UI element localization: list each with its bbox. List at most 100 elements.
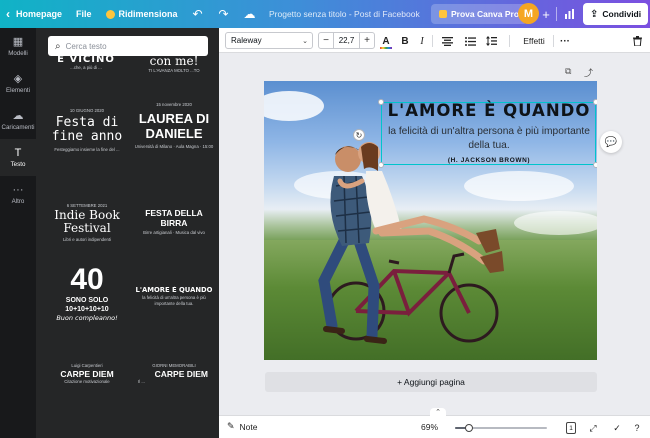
notes-label: Note: [239, 421, 258, 432]
resize-handle[interactable]: [593, 162, 597, 168]
template-caption: Buon compleanno!: [56, 314, 118, 322]
more-dots-icon: ···: [560, 35, 570, 47]
chevron-left-icon: ‹: [6, 7, 10, 21]
template-caption: Libri e autori indipendenti: [62, 237, 111, 242]
rotate-handle[interactable]: ↻: [353, 129, 365, 141]
share-button[interactable]: ⇪ Condividi: [583, 3, 649, 25]
rail-item-altro[interactable]: ··· Altro: [0, 176, 36, 213]
font-size-input[interactable]: 22,7: [333, 33, 360, 48]
color-swatch-bar: [380, 47, 392, 49]
text-template-carpe-diem-2[interactable]: GIORNI MEMORABILI CARPE DIEM Il ...: [134, 363, 214, 397]
search-box: ⌕: [48, 36, 208, 56]
delete-button[interactable]: [630, 33, 644, 49]
file-menu[interactable]: File: [69, 0, 99, 28]
template-caption: ...che, a più di ...: [70, 65, 102, 70]
template-caption: Birre artigianali · Musica dal vivo: [143, 230, 205, 235]
text-template-laurea-daniele[interactable]: 15 novembre 2020 LAUREA DI DANIELE Unive…: [134, 102, 214, 178]
notes-button[interactable]: ✎ Note: [227, 421, 258, 432]
toolbar-divider: [432, 35, 433, 47]
effects-button[interactable]: Effetti: [519, 33, 549, 49]
rail-item-elementi[interactable]: ◈ Elementi: [0, 65, 36, 102]
homepage-label: Homepage: [16, 9, 63, 19]
text-template-festa-fine-anno[interactable]: 10 GIUGNO 2020 Festa di fine anno Festeg…: [48, 108, 126, 178]
italic-icon: I: [420, 35, 424, 47]
redo-icon: ↷: [218, 7, 229, 21]
add-page-icon: ⤴: [584, 68, 594, 78]
toolbar-divider: [553, 35, 554, 47]
bottom-bar: ⌃ ✎ Note 69% 1 ⤢ ✓ ?: [219, 408, 650, 438]
template-date: 15 novembre 2020: [156, 102, 192, 107]
design-body-text[interactable]: la felicità di un'altra persona è più im…: [388, 125, 590, 153]
crown-icon: [439, 10, 447, 18]
template-caption: Il ...: [138, 379, 145, 384]
search-input[interactable]: [65, 41, 196, 51]
font-family-select[interactable]: Raleway ⌄: [225, 32, 313, 49]
align-button[interactable]: [440, 33, 454, 49]
font-size-decrease-button[interactable]: −: [319, 35, 333, 46]
file-label: File: [76, 9, 92, 19]
text-template-40-compleanno[interactable]: 40 SONO SOLO 10+10+10+10 Buon compleanno…: [48, 264, 126, 334]
show-pages-toggle[interactable]: ⌃: [430, 408, 446, 416]
more-dots-icon: ···: [12, 183, 24, 196]
add-page-top-button[interactable]: ⤴: [584, 66, 593, 79]
text-template-festa-della-birra[interactable]: FESTA DELLA BIRRA Birre artigianali · Mu…: [134, 208, 214, 238]
zoom-level[interactable]: 69%: [421, 422, 438, 432]
zoom-slider[interactable]: [455, 424, 547, 432]
line-spacing-button[interactable]: [484, 33, 498, 49]
bar-chart-icon: [564, 9, 574, 19]
bold-button[interactable]: B: [399, 33, 411, 49]
trash-icon: [632, 36, 642, 46]
text-template-amore-quando[interactable]: L'AMORE È QUANDO la felicità di un'altra…: [134, 286, 214, 314]
design-page[interactable]: L'AMORE È QUANDO la felicità di un'altra…: [264, 81, 597, 360]
help-button[interactable]: ?: [630, 421, 644, 435]
design-author-text[interactable]: (H. JACKSON BROWN): [388, 157, 590, 164]
italic-button[interactable]: I: [416, 33, 428, 49]
text-template-indie-book-festival[interactable]: 6 SETTEMBRE 2021 Indie Book Festival Lib…: [48, 203, 126, 243]
rail-item-caricamenti[interactable]: ☁ Caricamenti: [0, 102, 36, 139]
font-size-increase-button[interactable]: +: [360, 35, 374, 46]
duplicate-icon: ⧉: [565, 66, 572, 76]
list-button[interactable]: [463, 33, 477, 49]
text-template-con-me[interactable]: con me! TI L'AVANZA MOLTO ...TO: [136, 54, 212, 78]
template-heading: CARPE DIEM: [154, 369, 208, 379]
share-upload-icon: ⇪: [590, 8, 599, 20]
document-title[interactable]: Progetto senza titolo - Post di Facebook: [262, 0, 432, 28]
rail-item-testo[interactable]: T Testo: [0, 139, 36, 176]
page-count-button[interactable]: 1: [566, 422, 576, 434]
add-member-button[interactable]: +: [539, 4, 553, 24]
insights-button[interactable]: [560, 4, 578, 24]
text-toolbar: Raleway ⌄ − 22,7 + A B I Effetti ···: [219, 28, 650, 53]
design-heading-text[interactable]: L'AMORE È QUANDO: [382, 101, 596, 120]
chevron-up-icon: ⌃: [435, 409, 441, 416]
font-family-value: Raleway: [231, 36, 262, 45]
checkmark-button[interactable]: ✓: [610, 421, 624, 435]
homepage-button[interactable]: ‹ Homepage: [0, 0, 69, 28]
try-pro-button[interactable]: Prova Canva Pro: [431, 4, 528, 24]
cloud-save-button[interactable]: ☁: [237, 0, 263, 28]
text-template-carpe-diem-1[interactable]: Luigi Carpentieri CARPE DIEM Citazione m…: [48, 363, 126, 393]
avatar[interactable]: M: [518, 3, 539, 24]
undo-button[interactable]: ↶: [185, 0, 211, 28]
template-caption: Citazione motivazionale: [64, 379, 110, 384]
template-heading: FESTA DELLA BIRRA: [145, 208, 203, 228]
text-color-button[interactable]: A: [379, 33, 393, 49]
add-comment-button[interactable]: 💬: [600, 131, 622, 153]
resize-handle[interactable]: [378, 162, 384, 168]
rail-item-label: Caricamenti: [1, 123, 35, 131]
rail-item-modelli[interactable]: ▦ Modelli: [0, 28, 36, 65]
canvas-area: ⧉ ⤴ L'AMORE È QUANDO la felicità di un'a…: [219, 53, 650, 410]
crown-icon: [105, 9, 115, 19]
duplicate-page-button[interactable]: ⧉: [565, 66, 571, 77]
zoom-slider-knob[interactable]: [464, 424, 473, 432]
more-options-button[interactable]: ···: [558, 33, 572, 49]
expand-icon: ⤢: [589, 422, 597, 433]
rotate-icon: ↻: [355, 130, 363, 140]
text-template-e-vicino[interactable]: E VICINO ...che, a più di ...: [50, 54, 122, 76]
redo-button[interactable]: ↷: [211, 0, 237, 28]
resize-button[interactable]: Ridimensiona: [99, 0, 185, 28]
try-pro-label: Prova Canva Pro: [451, 9, 520, 19]
fullscreen-button[interactable]: ⤢: [586, 421, 600, 435]
template-caption: TI L'AVANZA MOLTO ...TO: [148, 68, 200, 73]
template-heading: L'AMORE È QUANDO: [135, 286, 213, 294]
add-page-button[interactable]: + Aggiungi pagina: [265, 372, 597, 392]
